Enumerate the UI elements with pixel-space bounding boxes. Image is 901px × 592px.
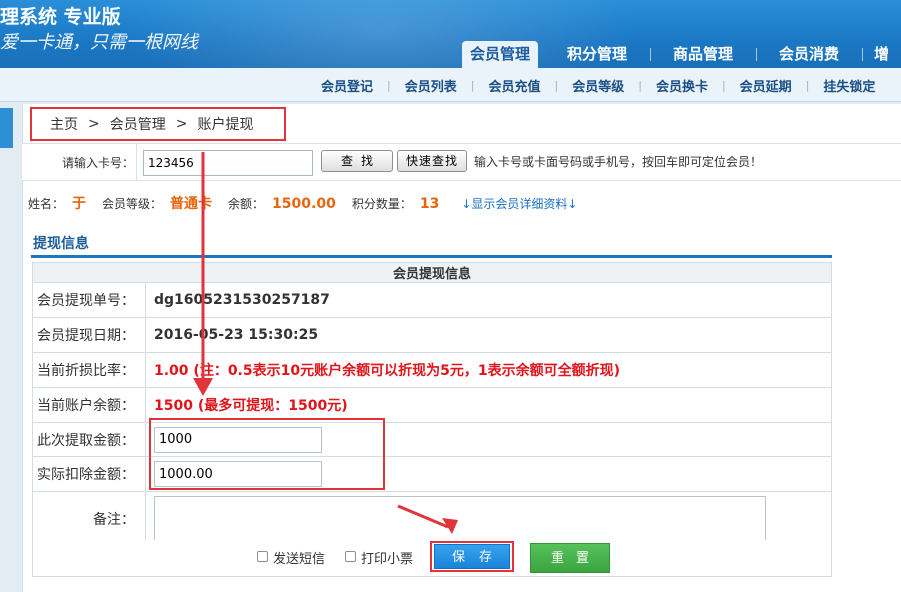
withdraw-amount-label: 此次提取金额：: [32, 422, 146, 457]
search-hint: 输入卡号或卡面号码或手机号，按回车即可定位会员！: [474, 155, 763, 169]
form-caption: 会员提现信息: [32, 262, 832, 283]
subnav-member-level[interactable]: 会员等级: [564, 76, 632, 95]
balance-label: 余额：: [228, 197, 265, 211]
account-balance-label: 当前账户余额：: [32, 387, 146, 423]
member-points: 13: [419, 196, 440, 212]
section-divider: [31, 255, 832, 258]
remark-textarea[interactable]: [154, 495, 766, 542]
search-button[interactable]: 查找: [321, 150, 393, 172]
breadcrumb-separator: >: [175, 116, 188, 132]
send-sms-checkbox[interactable]: [257, 551, 268, 562]
subnav-divider: |: [805, 78, 810, 92]
member-name: 于: [72, 196, 87, 212]
tab-member-consumption[interactable]: 会员消费: [756, 41, 862, 68]
remark-cell: [145, 491, 832, 546]
member-balance: 1500.00: [272, 196, 336, 212]
send-sms-label[interactable]: 发送短信: [273, 548, 325, 567]
ratio-label: 当前折损比率：: [32, 352, 146, 388]
app-header: 理系统 专业版 爱一卡通，只需一根网线 会员管理 积分管理 商品管理 会员消费 …: [0, 0, 901, 68]
tab-goods-management[interactable]: 商品管理: [650, 41, 756, 68]
member-level: 普通卡: [170, 196, 213, 212]
subnav-member-extend[interactable]: 会员延期: [732, 76, 800, 95]
subnav-divider: |: [470, 78, 475, 92]
subnav-loss-lock[interactable]: 挂失锁定: [815, 76, 883, 95]
card-number-label: 请输入卡号：: [62, 156, 135, 170]
sub-nav: 会员登记 | 会员列表 | 会员充值 | 会员等级 | 会员换卡 | 会员延期 …: [0, 68, 901, 102]
save-button[interactable]: 保存: [434, 544, 510, 569]
deduct-amount-label: 实际扣除金额：: [32, 456, 146, 492]
member-summary: 姓名： 于 会员等级： 普通卡 余额： 1500.00 积分数量： 13 ↓显示…: [28, 193, 577, 213]
system-title: 理系统 专业版: [0, 6, 121, 28]
main-nav: 会员管理 积分管理 商品管理 会员消费 增: [462, 41, 901, 68]
breadcrumb: 主页 > 会员管理 > 账户提现: [30, 107, 286, 141]
print-receipt-checkbox[interactable]: [345, 551, 356, 562]
slogan: 爱一卡通，只需一根网线: [0, 32, 198, 53]
subnav-member-register[interactable]: 会员登记: [313, 76, 381, 95]
subnav-divider: |: [554, 78, 559, 92]
amount-highlight-box: [149, 418, 385, 490]
subnav-member-recharge[interactable]: 会员充值: [480, 76, 548, 95]
tab-more[interactable]: 增: [862, 41, 901, 68]
date-label: 会员提现日期：: [32, 317, 146, 353]
remark-label: 备注：: [32, 491, 146, 546]
section-title: 提现信息: [33, 236, 89, 252]
breadcrumb-current: 账户提现: [197, 117, 254, 133]
points-label: 积分数量：: [351, 197, 412, 211]
subnav-divider: |: [721, 78, 726, 92]
subnav-member-list[interactable]: 会员列表: [397, 76, 465, 95]
subnav-divider: |: [387, 78, 391, 92]
card-number-input[interactable]: [143, 150, 313, 176]
order-no-value: dg1605231530257187: [145, 282, 832, 318]
subnav-card-change[interactable]: 会员换卡: [648, 76, 716, 95]
withdrawal-form: 会员提现信息 会员提现单号： dg1605231530257187 会员提现日期…: [32, 262, 832, 546]
search-row: 请输入卡号： 查找 快速查找 输入卡号或卡面号码或手机号，按回车即可定位会员！: [22, 143, 901, 181]
ratio-value: 1.00 (注：0.5表示10元账户余额可以折现为5元，1表示余额可全额折现): [145, 352, 832, 388]
date-value: 2016-05-23 15:30:25: [145, 317, 832, 353]
search-divider: [136, 144, 137, 181]
name-label: 姓名：: [28, 197, 65, 211]
breadcrumb-module[interactable]: 会员管理: [110, 114, 166, 134]
order-no-label: 会员提现单号：: [32, 282, 146, 318]
show-member-details-link[interactable]: ↓显示会员详细资料↓: [461, 195, 577, 212]
tab-points-management[interactable]: 积分管理: [544, 41, 650, 68]
left-rail-toggle[interactable]: [0, 108, 13, 148]
breadcrumb-home[interactable]: 主页: [50, 114, 78, 134]
breadcrumb-separator: >: [88, 116, 100, 132]
reset-button[interactable]: 重置: [530, 543, 610, 573]
tab-member-management[interactable]: 会员管理: [462, 41, 539, 68]
quick-search-button[interactable]: 快速查找: [397, 150, 467, 172]
print-receipt-label[interactable]: 打印小票: [361, 548, 413, 567]
level-label: 会员等级：: [102, 197, 163, 211]
subnav-divider: |: [638, 78, 642, 92]
